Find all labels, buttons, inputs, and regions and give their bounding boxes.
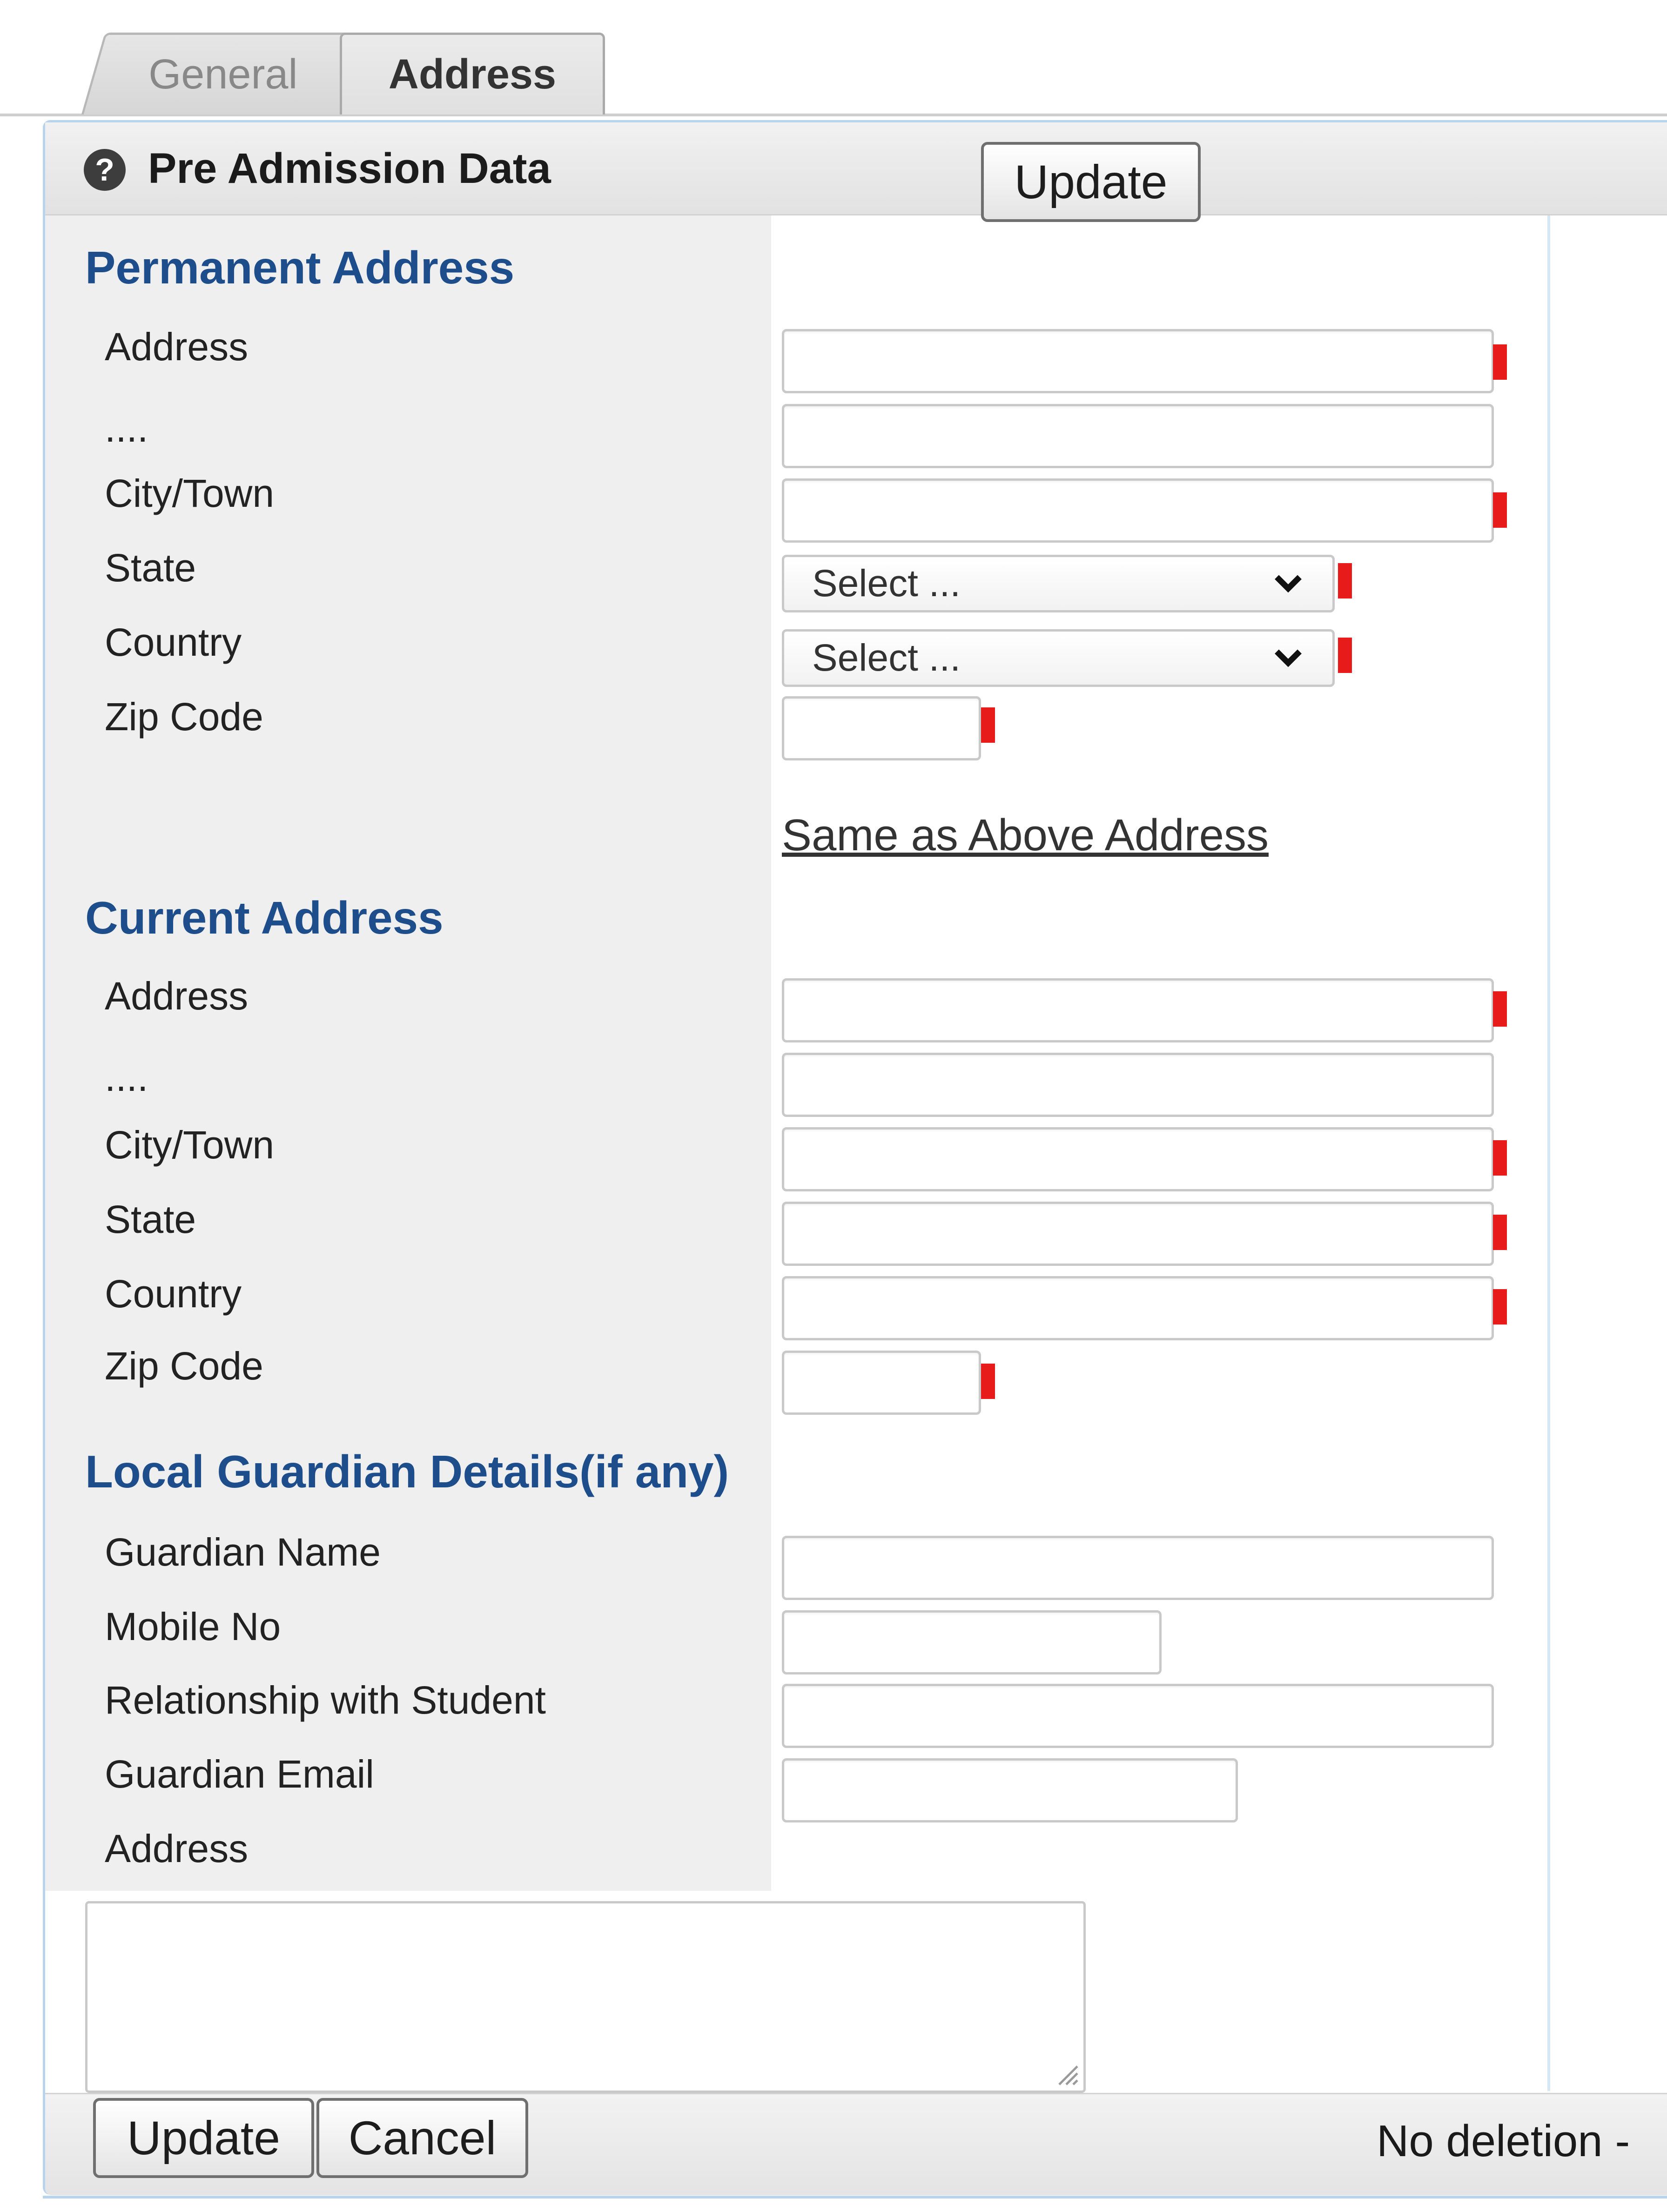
guardian-email-input[interactable] bbox=[782, 1758, 1238, 1822]
guardian-email-label: Guardian Email bbox=[105, 1752, 374, 1796]
guardian-mobile-input[interactable] bbox=[782, 1610, 1162, 1674]
permanent-country-selected: Select ... bbox=[812, 637, 961, 679]
guardian-name-input[interactable] bbox=[782, 1536, 1494, 1600]
current-address-input[interactable] bbox=[782, 978, 1494, 1042]
permanent-address-label: Address bbox=[105, 325, 249, 369]
resize-grip-icon[interactable] bbox=[1051, 2058, 1079, 2086]
guardian-relationship-input[interactable] bbox=[782, 1684, 1494, 1748]
required-marker bbox=[1493, 991, 1507, 1027]
chevron-down-icon bbox=[1275, 575, 1302, 593]
permanent-zip-label: Zip Code bbox=[105, 695, 263, 739]
permanent-state-label: State bbox=[105, 546, 196, 590]
permanent-address2-input[interactable] bbox=[782, 404, 1494, 468]
current-zip-input[interactable] bbox=[782, 1351, 981, 1415]
same-as-above-link[interactable]: Same as Above Address bbox=[782, 810, 1269, 861]
cancel-button[interactable]: Cancel bbox=[316, 2098, 528, 2178]
current-country-label: Country bbox=[105, 1272, 242, 1316]
permanent-country-select[interactable]: Select ... bbox=[782, 629, 1335, 687]
chevron-down-icon bbox=[1275, 649, 1302, 667]
current-zip-label: Zip Code bbox=[105, 1344, 263, 1388]
permanent-city-label: City/Town bbox=[105, 471, 275, 515]
tab-address-label: Address bbox=[388, 51, 557, 98]
guardian-relationship-label: Relationship with Student bbox=[105, 1678, 546, 1722]
permanent-state-select[interactable]: Select ... bbox=[782, 555, 1335, 612]
required-marker bbox=[981, 707, 995, 743]
permanent-state-selected: Select ... bbox=[812, 562, 961, 605]
current-address2-label: .... bbox=[105, 1056, 148, 1099]
current-state-input[interactable] bbox=[782, 1202, 1494, 1266]
current-address-label: Address bbox=[105, 974, 249, 1018]
tab-general[interactable]: General bbox=[81, 33, 366, 114]
tab-general-label: General bbox=[148, 51, 298, 98]
required-marker bbox=[1493, 1215, 1507, 1250]
permanent-country-label: Country bbox=[105, 620, 242, 664]
panel-bottom-border bbox=[43, 2196, 1667, 2199]
guardian-address-label: Address bbox=[105, 1827, 249, 1870]
page-title: Pre Admission Data bbox=[148, 145, 551, 192]
required-marker bbox=[1338, 638, 1352, 673]
permanent-zip-input[interactable] bbox=[782, 696, 981, 760]
permanent-address-input[interactable] bbox=[782, 329, 1494, 393]
required-marker bbox=[1493, 492, 1507, 528]
required-marker bbox=[1493, 1140, 1507, 1176]
help-icon[interactable]: ? bbox=[84, 149, 126, 191]
required-marker bbox=[981, 1364, 995, 1399]
required-marker bbox=[1493, 344, 1507, 380]
permanent-city-input[interactable] bbox=[782, 478, 1494, 543]
deletion-status: No deletion - bbox=[1377, 2116, 1630, 2166]
required-marker bbox=[1338, 563, 1352, 598]
guardian-heading: Local Guardian Details(if any) bbox=[85, 1446, 729, 1497]
required-marker bbox=[1493, 1289, 1507, 1325]
guardian-address-textarea[interactable] bbox=[85, 1901, 1086, 2093]
guardian-name-label: Guardian Name bbox=[105, 1530, 381, 1574]
current-city-label: City/Town bbox=[105, 1123, 275, 1167]
update-button[interactable]: Update bbox=[93, 2098, 314, 2178]
guardian-mobile-label: Mobile No bbox=[105, 1605, 281, 1648]
permanent-address-heading: Permanent Address bbox=[85, 242, 515, 293]
panel-divider bbox=[1547, 215, 1550, 2091]
tab-address[interactable]: Address bbox=[340, 33, 605, 114]
current-address2-input[interactable] bbox=[782, 1053, 1494, 1117]
current-address-heading: Current Address bbox=[85, 892, 444, 943]
current-country-input[interactable] bbox=[782, 1276, 1494, 1340]
current-city-input[interactable] bbox=[782, 1127, 1494, 1191]
permanent-address2-label: .... bbox=[105, 406, 148, 450]
current-state-label: State bbox=[105, 1197, 196, 1241]
update-button-top[interactable]: Update bbox=[981, 142, 1201, 222]
